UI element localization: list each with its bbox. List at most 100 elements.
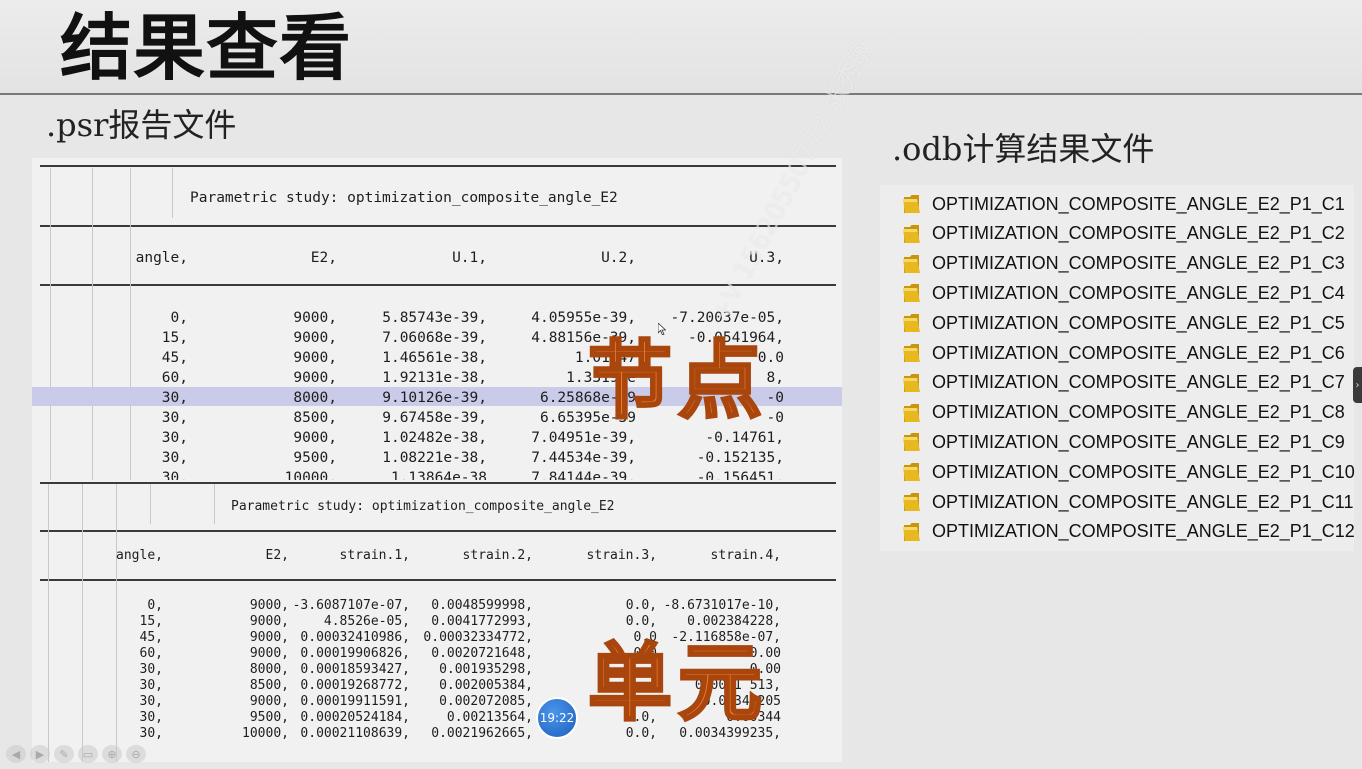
table-cell: 8500, — [293, 410, 337, 426]
pen-icon[interactable]: ✎ — [54, 745, 74, 763]
table-cell: 1.92131e-38, — [382, 370, 487, 386]
table-cell: 30, — [161, 470, 188, 480]
odb-file-name: OPTIMIZATION_COMPOSITE_ANGLE_E2_P1_C1 — [932, 193, 1345, 214]
column-guide — [172, 168, 173, 218]
odb-file-item[interactable]: OPTIMIZATION_COMPOSITE_ANGLE_E2_P1_C3 — [902, 249, 1345, 279]
folder-icon — [903, 254, 920, 273]
table-cell: 30, — [161, 410, 188, 426]
table-cell: 5.85743e-39, — [382, 310, 487, 326]
table-cell: 8000, — [249, 662, 289, 677]
screen-icon[interactable]: ▭ — [78, 745, 98, 763]
odb-file-item[interactable]: OPTIMIZATION_COMPOSITE_ANGLE_E2_P1_C12 — [902, 517, 1355, 547]
table-cell: 0.002005384, — [439, 678, 533, 693]
column-header: E2, — [310, 250, 337, 266]
table-cell: 1.13864e-38 — [390, 470, 487, 480]
odb-file-name: OPTIMIZATION_COMPOSITE_ANGLE_E2_P1_C2 — [932, 223, 1345, 244]
odb-file-name: OPTIMIZATION_COMPOSITE_ANGLE_E2_P1_C9 — [932, 431, 1345, 452]
slide-title-bar: 结果查看 — [0, 0, 1362, 95]
zoom-out-icon[interactable]: ⊖ — [126, 745, 146, 763]
table-cell: 9500, — [293, 450, 337, 466]
table-cell: 0.00018593427, — [300, 662, 410, 677]
odb-file-name: OPTIMIZATION_COMPOSITE_ANGLE_E2_P1_C10 — [932, 461, 1355, 482]
table-cell: 30, — [139, 710, 163, 725]
table-cell: 9000, — [249, 630, 289, 645]
folder-icon — [903, 493, 920, 511]
odb-file-name: OPTIMIZATION_COMPOSITE_ANGLE_E2_P1_C12 — [932, 521, 1355, 542]
table-rule — [40, 225, 836, 227]
table-cell: 0, — [170, 310, 188, 326]
table-cell: 30, — [139, 662, 163, 677]
study-title: Parametric study: optimization_composite… — [190, 190, 618, 206]
table-cell: 4.8526e-05, — [323, 614, 410, 629]
table-cell: 1.46561e-38, — [382, 350, 487, 366]
table-cell: 9000, — [293, 370, 337, 386]
table-cell: 7.04951e-39, — [531, 430, 636, 446]
table-cell: 9000, — [293, 310, 337, 326]
table-cell: 0.0, — [625, 614, 657, 629]
table-cell: -8.6731017e-10, — [663, 598, 781, 613]
side-expand-tab[interactable]: › — [1353, 367, 1362, 403]
table-rule — [40, 482, 836, 484]
table-cell: 9000, — [249, 694, 289, 709]
column-guide — [150, 484, 151, 524]
table-cell: 0.00032334772, — [423, 630, 533, 645]
table-cell: 7.06068e-39, — [382, 330, 487, 346]
odb-file-item[interactable]: OPTIMIZATION_COMPOSITE_ANGLE_E2_P1_C7 — [902, 368, 1345, 398]
column-guide — [50, 168, 51, 480]
odb-file-item[interactable]: OPTIMIZATION_COMPOSITE_ANGLE_E2_P1_C5 — [902, 308, 1345, 338]
table-cell: -0 — [766, 390, 784, 406]
table-cell: 9.67458e-39, — [382, 410, 487, 426]
folder-icon — [903, 284, 920, 303]
column-guide — [48, 484, 49, 762]
odb-file-name: OPTIMIZATION_COMPOSITE_ANGLE_E2_P1_C8 — [932, 402, 1345, 423]
table-cell: 0.002072085, — [439, 694, 533, 709]
previous-icon[interactable]: ◀ — [6, 745, 26, 763]
folder-icon — [903, 314, 920, 333]
psr-caption: .psr报告文件 — [46, 106, 237, 144]
odb-file-item[interactable]: OPTIMIZATION_COMPOSITE_ANGLE_E2_P1_C1 — [902, 189, 1345, 219]
table-cell: 30, — [161, 390, 188, 406]
table-cell: 0.00213564, — [446, 710, 533, 725]
table-cell: 15, — [139, 614, 163, 629]
slide-title: 结果查看 — [60, 6, 353, 90]
table-cell: 9000, — [293, 430, 337, 446]
odb-file-name: OPTIMIZATION_COMPOSITE_ANGLE_E2_P1_C4 — [932, 282, 1345, 303]
next-icon[interactable]: ▶ — [30, 745, 50, 763]
mouse-cursor-icon — [658, 323, 666, 335]
table-cell: 30, — [161, 450, 188, 466]
column-guide — [130, 168, 131, 480]
odb-file-name: OPTIMIZATION_COMPOSITE_ANGLE_E2_P1_C11 — [932, 491, 1354, 512]
table-cell: 0.00019268772, — [300, 678, 410, 693]
odb-file-item[interactable]: OPTIMIZATION_COMPOSITE_ANGLE_E2_P1_C4 — [902, 278, 1345, 308]
column-header: strain.4, — [710, 548, 781, 563]
table-cell: 10000, — [242, 726, 289, 741]
odb-file-item[interactable]: OPTIMIZATION_COMPOSITE_ANGLE_E2_P1_C9 — [902, 427, 1345, 457]
odb-file-item[interactable]: OPTIMIZATION_COMPOSITE_ANGLE_E2_P1_C8 — [902, 398, 1345, 428]
odb-file-item[interactable]: OPTIMIZATION_COMPOSITE_ANGLE_E2_P1_C10 — [902, 457, 1355, 487]
table-cell: 8500, — [249, 678, 289, 693]
odb-file-list: OPTIMIZATION_COMPOSITE_ANGLE_E2_P1_C1 OPT… — [880, 185, 1355, 551]
timestamp-badge[interactable]: 19:22 — [536, 697, 578, 739]
table-cell: 9000, — [293, 350, 337, 366]
table-cell: -0.152135, — [696, 450, 784, 466]
zoom-in-icon[interactable]: ⊕ — [102, 745, 122, 763]
column-guide — [214, 484, 215, 524]
table-cell: 0.0020721648, — [431, 646, 533, 661]
column-guide — [82, 484, 83, 762]
table-cell: 45, — [139, 630, 163, 645]
odb-file-item[interactable]: OPTIMIZATION_COMPOSITE_ANGLE_E2_P1_C11 — [902, 487, 1353, 517]
table-cell: -0 — [766, 410, 784, 426]
odb-file-item[interactable]: OPTIMIZATION_COMPOSITE_ANGLE_E2_P1_C6 — [902, 338, 1345, 368]
odb-file-name: OPTIMIZATION_COMPOSITE_ANGLE_E2_P1_C3 — [932, 253, 1345, 274]
table-cell: 0.00021108639, — [300, 726, 410, 741]
table-rule — [40, 579, 836, 581]
table-cell: 0.0041772993, — [431, 614, 533, 629]
table-cell: 30, — [161, 430, 188, 446]
table-cell: 9.10126e-39, — [382, 390, 487, 406]
table-cell: 0.0021962665, — [431, 726, 533, 741]
folder-icon — [903, 344, 920, 362]
table-rule — [40, 165, 836, 167]
column-header: strain.1, — [339, 548, 410, 563]
odb-file-item[interactable]: OPTIMIZATION_COMPOSITE_ANGLE_E2_P1_C2 — [902, 219, 1345, 249]
table-cell: 0.00019911591, — [300, 694, 410, 709]
